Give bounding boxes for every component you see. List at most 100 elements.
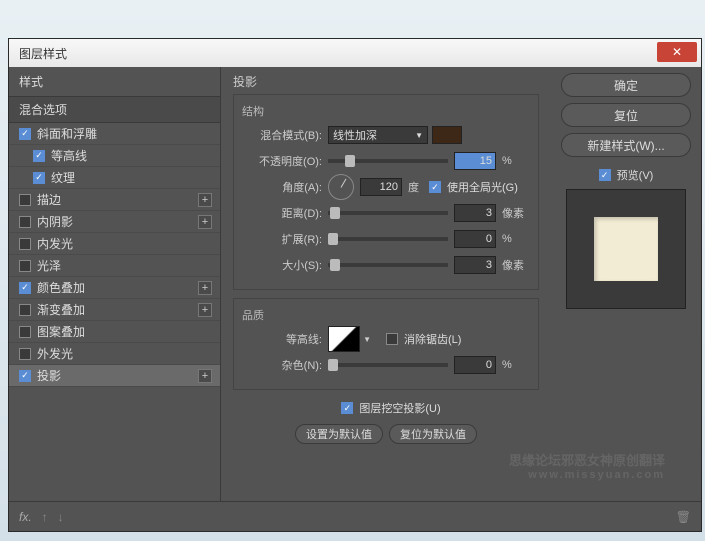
contour-picker[interactable]: ▼ <box>328 326 360 352</box>
styles-sidebar: 样式 混合选项 斜面和浮雕等高线纹理描边 + 内阴影 + 内发光光泽颜色叠加 + 渐变叠加 +… <box>9 67 221 501</box>
ok-button[interactable]: 确定 <box>561 73 691 97</box>
style-item[interactable]: 投影 + <box>9 365 220 387</box>
preview-box <box>566 189 686 309</box>
check-icon <box>386 333 398 345</box>
style-item[interactable]: 渐变叠加 + <box>9 299 220 321</box>
spread-slider[interactable] <box>328 237 448 241</box>
plus-icon[interactable]: + <box>198 281 212 295</box>
check-icon[interactable] <box>19 194 31 206</box>
angle-field[interactable]: 120 <box>360 178 402 196</box>
check-icon[interactable] <box>19 216 31 228</box>
plus-icon[interactable]: + <box>198 303 212 317</box>
structure-label: 结构 <box>242 103 530 119</box>
quality-group: 品质 等高线: ▼ 消除锯齿(L) 杂色(N): 0 % <box>233 298 539 390</box>
style-item-label: 内阴影 <box>37 213 73 230</box>
dialog-body: 样式 混合选项 斜面和浮雕等高线纹理描边 + 内阴影 + 内发光光泽颜色叠加 + 渐变叠加 +… <box>9 67 701 501</box>
trash-icon[interactable]: 🗑 <box>676 510 691 524</box>
style-item-label: 投影 <box>37 367 61 384</box>
check-icon[interactable] <box>19 260 31 272</box>
style-item-label: 光泽 <box>37 257 61 274</box>
blend-mode-label: 混合模式(B): <box>242 127 322 143</box>
style-item-label: 内发光 <box>37 235 73 252</box>
noise-slider[interactable] <box>328 363 448 367</box>
check-icon[interactable] <box>19 348 31 360</box>
distance-field[interactable]: 3 <box>454 204 496 222</box>
check-icon[interactable] <box>19 326 31 338</box>
reset-default-button[interactable]: 复位为默认值 <box>389 424 477 444</box>
distance-label: 距离(D): <box>242 205 322 221</box>
style-item-label: 渐变叠加 <box>37 301 85 318</box>
structure-group: 结构 混合模式(B): 线性加深 ▼ 不透明度(O): 15 % 角 <box>233 94 539 290</box>
size-label: 大小(S): <box>242 257 322 273</box>
style-item[interactable]: 颜色叠加 + <box>9 277 220 299</box>
check-icon <box>341 402 353 414</box>
angle-label: 角度(A): <box>242 179 322 195</box>
check-icon[interactable] <box>19 282 31 294</box>
style-item[interactable]: 内阴影 + <box>9 211 220 233</box>
check-icon[interactable] <box>33 150 45 162</box>
opacity-label: 不透明度(O): <box>242 153 322 169</box>
style-item[interactable]: 图案叠加 <box>9 321 220 343</box>
preview-checkbox[interactable]: 预览(V) <box>599 167 654 183</box>
plus-icon[interactable]: + <box>198 369 212 383</box>
size-slider[interactable] <box>328 263 448 267</box>
style-item[interactable]: 纹理 <box>9 167 220 189</box>
style-item[interactable]: 内发光 <box>9 233 220 255</box>
blend-mode-select[interactable]: 线性加深 ▼ <box>328 126 428 144</box>
check-icon <box>429 181 441 193</box>
style-item-label: 纹理 <box>51 169 75 186</box>
dialog-title: 图层样式 <box>19 45 67 62</box>
style-item[interactable]: 斜面和浮雕 <box>9 123 220 145</box>
close-button[interactable]: ✕ <box>657 42 697 62</box>
style-item-label: 图案叠加 <box>37 323 85 340</box>
arrow-up-icon[interactable]: ↑ <box>42 510 48 524</box>
chevron-down-icon: ▼ <box>415 131 423 140</box>
blend-options-header[interactable]: 混合选项 <box>9 96 220 123</box>
angle-dial[interactable] <box>328 174 354 200</box>
style-item[interactable]: 光泽 <box>9 255 220 277</box>
titlebar[interactable]: 图层样式 ✕ <box>9 39 701 67</box>
preview-swatch <box>594 217 658 281</box>
quality-label: 品质 <box>242 307 530 323</box>
style-item[interactable]: 外发光 <box>9 343 220 365</box>
arrow-down-icon[interactable]: ↓ <box>58 510 64 524</box>
contour-label: 等高线: <box>242 331 322 347</box>
opacity-field[interactable]: 15 <box>454 152 496 170</box>
knockout-checkbox[interactable]: 图层挖空投影(U) <box>341 400 440 416</box>
effect-title: 投影 <box>233 73 539 90</box>
style-item-label: 斜面和浮雕 <box>37 125 97 142</box>
check-icon[interactable] <box>19 370 31 382</box>
check-icon[interactable] <box>19 128 31 140</box>
cancel-button[interactable]: 复位 <box>561 103 691 127</box>
style-item[interactable]: 描边 + <box>9 189 220 211</box>
global-light-checkbox[interactable]: 使用全局光(G) <box>429 179 518 195</box>
chevron-down-icon: ▼ <box>363 335 371 344</box>
plus-icon[interactable]: + <box>198 215 212 229</box>
style-item-label: 等高线 <box>51 147 87 164</box>
check-icon[interactable] <box>19 238 31 250</box>
opacity-slider[interactable] <box>328 159 448 163</box>
noise-field[interactable]: 0 <box>454 356 496 374</box>
plus-icon[interactable]: + <box>198 193 212 207</box>
spread-label: 扩展(R): <box>242 231 322 247</box>
styles-header[interactable]: 样式 <box>9 67 220 96</box>
shadow-color-swatch[interactable] <box>432 126 462 144</box>
watermark: 思缘论坛邪恶女神原创翻译 www.missyuan.com <box>509 450 665 481</box>
fx-icon[interactable]: fx. <box>19 510 32 524</box>
spread-field[interactable]: 0 <box>454 230 496 248</box>
check-icon[interactable] <box>33 172 45 184</box>
style-item[interactable]: 等高线 <box>9 145 220 167</box>
set-default-button[interactable]: 设置为默认值 <box>295 424 383 444</box>
distance-slider[interactable] <box>328 211 448 215</box>
style-item-label: 颜色叠加 <box>37 279 85 296</box>
dialog-footer: fx. ↑ ↓ 🗑 <box>9 501 701 531</box>
check-icon[interactable] <box>19 304 31 316</box>
antialias-checkbox[interactable]: 消除锯齿(L) <box>386 331 461 347</box>
noise-label: 杂色(N): <box>242 357 322 373</box>
size-field[interactable]: 3 <box>454 256 496 274</box>
style-item-label: 外发光 <box>37 345 73 362</box>
effect-settings-panel: 投影 结构 混合模式(B): 线性加深 ▼ 不透明度(O): 15 % <box>221 67 551 501</box>
new-style-button[interactable]: 新建样式(W)... <box>561 133 691 157</box>
style-item-label: 描边 <box>37 191 61 208</box>
right-panel: 确定 复位 新建样式(W)... 预览(V) <box>551 67 701 501</box>
